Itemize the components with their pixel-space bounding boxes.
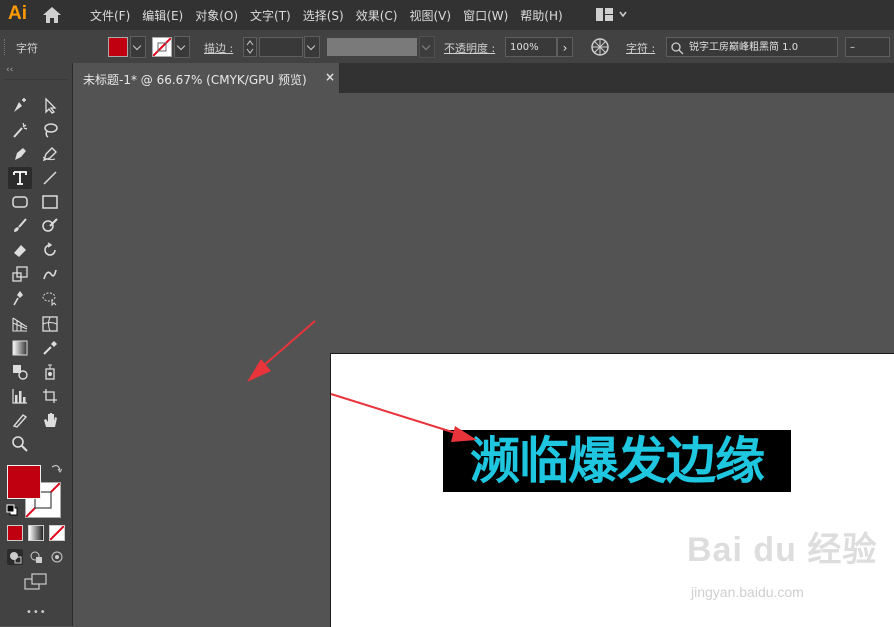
draw-inside-icon[interactable] — [49, 549, 65, 565]
fill-color-box[interactable] — [7, 465, 41, 499]
panel-grip[interactable] — [4, 39, 8, 55]
opacity-expand-button[interactable]: › — [557, 37, 573, 57]
menu-object[interactable]: 对象(O) — [189, 7, 244, 24]
blob-brush-tool-icon[interactable] — [38, 215, 62, 237]
arrow-upper — [247, 320, 316, 382]
eraser-tool-icon[interactable] — [8, 239, 32, 261]
gradient-tool-icon[interactable] — [8, 337, 32, 359]
toolbar-divider — [4, 79, 68, 80]
variable-width-profile[interactable] — [327, 38, 417, 56]
fill-dropdown[interactable] — [130, 36, 146, 58]
draw-behind-icon[interactable] — [28, 549, 44, 565]
default-fill-stroke-icon[interactable] — [6, 504, 18, 516]
workspace-icon — [596, 8, 627, 21]
column-graph-tool-icon[interactable] — [8, 385, 32, 407]
lasso-tool-icon[interactable] — [38, 119, 62, 141]
document-tab-title: 未标题-1* @ 66.67% (CMYK/GPU 预览) — [83, 73, 307, 87]
menu-edit[interactable]: 编辑(E) — [136, 7, 189, 24]
no-stroke-icon — [152, 37, 172, 57]
main-menu: 文件(F) 编辑(E) 对象(O) 文字(T) 选择(S) 效果(C) 视图(V… — [84, 0, 569, 30]
stroke-label[interactable]: 描边 : — [204, 40, 233, 56]
menu-view[interactable]: 视图(V) — [403, 7, 457, 24]
draw-normal-icon[interactable] — [7, 549, 23, 565]
menu-bar: Ai 文件(F) 编辑(E) 对象(O) 文字(T) 选择(S) 效果(C) 视… — [0, 0, 894, 30]
blend-tool-icon[interactable] — [8, 361, 32, 383]
puppet-warp-tool-icon[interactable] — [8, 287, 32, 309]
character-label[interactable]: 字符 : — [626, 40, 655, 56]
menu-file[interactable]: 文件(F) — [84, 7, 136, 24]
document-tab-bar: 未标题-1* @ 66.67% (CMYK/GPU 预览) × — [73, 63, 894, 93]
workspace-switcher[interactable] — [596, 8, 628, 22]
canvas[interactable]: 濒临爆发边缘 Bai du 经验 jingyan.baidu.com — [73, 93, 894, 627]
slice-tool-icon[interactable] — [8, 409, 32, 431]
eyedropper-tool-icon[interactable] — [38, 337, 62, 359]
line-segment-tool-icon[interactable] — [38, 167, 62, 189]
menu-effect[interactable]: 效果(C) — [350, 7, 404, 24]
control-bar: 字符 描边 : 不透明度 : 100% › 字符 : 锐字工房巅峰粗黑简 1.0… — [0, 30, 894, 64]
magic-wand-tool-icon[interactable] — [8, 119, 32, 141]
none-mode-button[interactable] — [49, 525, 65, 541]
none-icon — [49, 525, 65, 541]
annotation-arrows — [247, 320, 477, 442]
menu-select[interactable]: 选择(S) — [297, 7, 350, 24]
rectangle-tool-icon[interactable] — [38, 191, 62, 213]
shape-builder-tool-icon[interactable] — [38, 287, 62, 309]
stroke-weight-dropdown[interactable] — [304, 36, 320, 58]
menu-help[interactable]: 帮助(H) — [514, 7, 568, 24]
document-tab[interactable]: 未标题-1* @ 66.67% (CMYK/GPU 预览) × — [73, 63, 340, 93]
paintbrush-tool-icon[interactable] — [8, 215, 32, 237]
profile-dropdown[interactable] — [419, 36, 435, 58]
stroke-stepper[interactable] — [243, 37, 257, 57]
rotate-tool-icon[interactable] — [38, 239, 62, 261]
gradient-mode-button[interactable] — [28, 525, 44, 541]
screen-mode-icon[interactable] — [24, 573, 48, 591]
menu-window[interactable]: 窗口(W) — [457, 7, 514, 24]
font-family-value: 锐字工房巅峰粗黑简 1.0 — [689, 42, 799, 53]
direct-selection-tool-icon[interactable] — [38, 95, 62, 117]
home-icon[interactable] — [42, 6, 62, 24]
swap-fill-stroke-icon[interactable] — [50, 463, 63, 475]
perspective-grid-tool-icon[interactable] — [8, 313, 32, 335]
artboard-tool-icon[interactable] — [38, 385, 62, 407]
tools-panel: ‹‹ ••• — [0, 63, 73, 626]
opacity-label[interactable]: 不透明度 : — [444, 40, 495, 56]
font-family-field[interactable]: 锐字工房巅峰粗黑简 1.0 — [666, 37, 838, 57]
pen-add-anchor-tool-icon[interactable] — [8, 95, 32, 117]
font-search-icon — [671, 42, 684, 55]
color-mode-button[interactable] — [7, 525, 23, 541]
zoom-tool-icon[interactable] — [8, 433, 32, 455]
stroke-swatch[interactable] — [152, 37, 172, 57]
symbol-sprayer-tool-icon[interactable] — [38, 361, 62, 383]
panel-label: 字符 — [16, 42, 38, 55]
app-logo: Ai — [8, 3, 27, 24]
pen-tool-icon[interactable] — [8, 143, 32, 165]
opacity-field[interactable]: 100% — [505, 37, 557, 57]
hand-tool-icon[interactable] — [38, 409, 62, 431]
font-style-field[interactable]: – — [845, 37, 890, 57]
curvature-tool-icon[interactable] — [38, 143, 62, 165]
close-tab-icon[interactable]: × — [325, 70, 335, 84]
rounded-rectangle-tool-icon[interactable] — [8, 191, 32, 213]
collapse-toolbar-button[interactable]: ‹‹ — [6, 65, 13, 75]
arrow-lower — [330, 393, 477, 442]
type-tool-icon[interactable] — [8, 167, 32, 189]
warp-tool-icon[interactable] — [38, 263, 62, 285]
scale-tool-icon[interactable] — [8, 263, 32, 285]
edit-toolbar-icon[interactable]: ••• — [26, 607, 47, 618]
mesh-tool-icon[interactable] — [38, 313, 62, 335]
stroke-dropdown[interactable] — [174, 36, 190, 58]
stroke-weight-field[interactable] — [259, 37, 303, 57]
menu-type[interactable]: 文字(T) — [244, 7, 297, 24]
fill-swatch[interactable] — [108, 37, 128, 57]
stepper-arrows-icon — [246, 40, 254, 54]
recolor-icon[interactable] — [590, 37, 610, 57]
